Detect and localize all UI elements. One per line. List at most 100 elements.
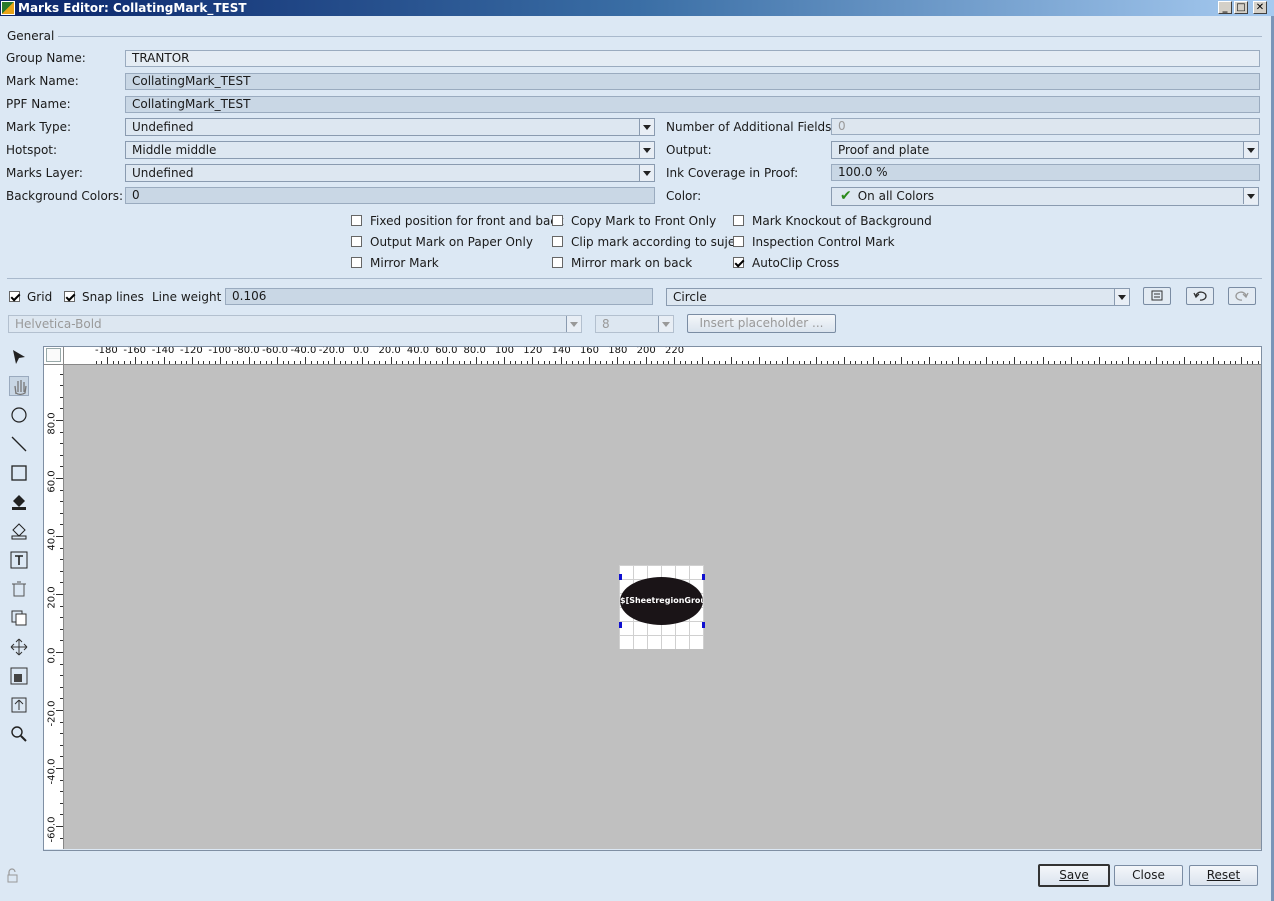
chevron-down-icon[interactable]	[639, 165, 654, 181]
color-select[interactable]: ✔ On all Colors	[831, 187, 1259, 206]
ruler-tick	[798, 361, 800, 364]
ruler-tick	[781, 361, 783, 364]
grid-checkbox[interactable]	[9, 291, 20, 302]
ruler-tick	[1014, 357, 1016, 364]
ruler-tick	[197, 361, 199, 364]
stroke-tool-icon[interactable]	[9, 521, 29, 541]
ruler-tick	[742, 361, 743, 364]
ruler-tick	[1121, 361, 1123, 364]
ruler-tick	[367, 361, 369, 364]
insert-placeholder-button[interactable]: Insert placeholder ...	[687, 314, 836, 333]
mark-preview[interactable]: $[SheetregionGroups	[619, 565, 705, 649]
ppf-name-field[interactable]: CollatingMark_TEST	[125, 96, 1260, 113]
chevron-down-icon[interactable]	[658, 316, 673, 332]
selection-handle[interactable]	[619, 574, 622, 580]
clip-sujet-checkbox[interactable]	[552, 236, 563, 247]
ellipse-tool-icon[interactable]	[9, 405, 29, 425]
ruler-tick	[220, 357, 222, 364]
ruler-corner[interactable]	[43, 346, 64, 365]
additional-fields-field[interactable]: 0	[831, 118, 1260, 135]
close-button[interactable]: Close	[1114, 865, 1183, 886]
ruler-tick	[237, 361, 239, 364]
ruler-tick	[60, 698, 63, 700]
copy-front-checkbox[interactable]	[552, 215, 563, 226]
ruler-tick	[861, 361, 863, 364]
chevron-down-icon[interactable]	[639, 142, 654, 158]
snap-lines-checkbox[interactable]	[64, 291, 75, 302]
select-tool-icon[interactable]	[9, 347, 29, 367]
rectangle-tool-icon[interactable]	[9, 463, 29, 483]
hotspot-select[interactable]: Middle middle	[125, 141, 655, 159]
zoom-icon[interactable]	[9, 724, 29, 744]
lock-icon[interactable]	[6, 868, 20, 884]
marks-layer-select[interactable]: Undefined	[125, 164, 655, 182]
ruler-label: 0.0	[46, 647, 58, 664]
move-icon[interactable]	[9, 637, 29, 657]
text-tool-icon[interactable]	[9, 550, 29, 570]
ruler-tick	[912, 361, 914, 364]
line-weight-field[interactable]: 0.106	[225, 288, 653, 305]
minimize-button[interactable]: _	[1218, 1, 1232, 14]
ruler-label: 20.0	[378, 346, 401, 356]
paper-only-label: Output Mark on Paper Only	[370, 235, 533, 249]
ruler-tick	[1127, 357, 1129, 364]
chevron-down-icon[interactable]	[639, 119, 654, 135]
inspection-checkbox[interactable]	[733, 236, 744, 247]
group-name-field[interactable]: TRANTOR	[125, 50, 1260, 67]
mirror-back-checkbox[interactable]	[552, 257, 563, 268]
close-window-button[interactable]: ✕	[1253, 1, 1267, 14]
selection-handle[interactable]	[619, 622, 622, 628]
selection-handle[interactable]	[702, 574, 705, 580]
font-select[interactable]: Helvetica-Bold	[8, 315, 582, 333]
ruler-tick	[815, 357, 817, 364]
ellipse-shape[interactable]: $[SheetregionGroups	[620, 577, 703, 625]
shape-select[interactable]: Circle	[666, 288, 1130, 306]
output-value: Proof and plate	[838, 143, 930, 157]
knockout-label: Mark Knockout of Background	[752, 214, 932, 228]
autoclip-checkbox[interactable]	[733, 257, 744, 268]
chevron-down-icon[interactable]	[566, 316, 581, 332]
ruler-tick	[214, 361, 216, 364]
ruler-tick	[600, 361, 602, 364]
font-size-select[interactable]: 8	[595, 315, 674, 333]
undo-icon	[1193, 291, 1207, 301]
save-button[interactable]: Save	[1038, 864, 1110, 887]
mark-name-field[interactable]: CollatingMark_TEST	[125, 73, 1260, 90]
paper-only-checkbox[interactable]	[351, 236, 362, 247]
fixed-position-checkbox[interactable]	[351, 215, 362, 226]
group-icon[interactable]	[9, 666, 29, 686]
background-colors-field[interactable]: 0	[125, 187, 655, 204]
chevron-down-icon[interactable]	[1243, 142, 1258, 158]
bring-front-icon[interactable]	[9, 695, 29, 715]
ruler-tick	[1246, 361, 1248, 364]
output-select[interactable]: Proof and plate	[831, 141, 1259, 159]
ruler-tick	[464, 361, 466, 364]
chevron-down-icon[interactable]	[1114, 289, 1129, 305]
ruler-tick	[844, 357, 846, 364]
undo-button[interactable]	[1186, 287, 1214, 305]
maximize-button[interactable]: □	[1234, 1, 1248, 14]
delete-icon[interactable]	[9, 579, 29, 599]
ruler-tick	[135, 357, 137, 364]
properties-button[interactable]	[1143, 287, 1171, 305]
ruler-tick	[674, 357, 675, 364]
redo-button[interactable]	[1228, 287, 1256, 305]
ruler-tick	[1212, 357, 1214, 364]
ruler-tick	[1031, 361, 1033, 364]
ruler-tick	[260, 361, 262, 364]
mirror-checkbox[interactable]	[351, 257, 362, 268]
ink-coverage-field[interactable]: 100.0 %	[831, 164, 1260, 181]
mirror-back-label: Mirror mark on back	[571, 256, 693, 270]
hand-tool-icon[interactable]	[9, 376, 29, 396]
selection-handle[interactable]	[702, 622, 705, 628]
line-tool-icon[interactable]	[9, 434, 29, 454]
ruler-tick	[1116, 361, 1118, 364]
knockout-checkbox[interactable]	[733, 215, 744, 226]
chevron-down-icon[interactable]	[1243, 188, 1258, 204]
copy-front-label: Copy Mark to Front Only	[571, 214, 717, 228]
mark-type-select[interactable]: Undefined	[125, 118, 655, 136]
ruler-tick	[265, 361, 267, 364]
duplicate-icon[interactable]	[9, 608, 29, 628]
reset-button[interactable]: Reset	[1189, 865, 1258, 886]
fill-tool-icon[interactable]	[9, 492, 29, 512]
